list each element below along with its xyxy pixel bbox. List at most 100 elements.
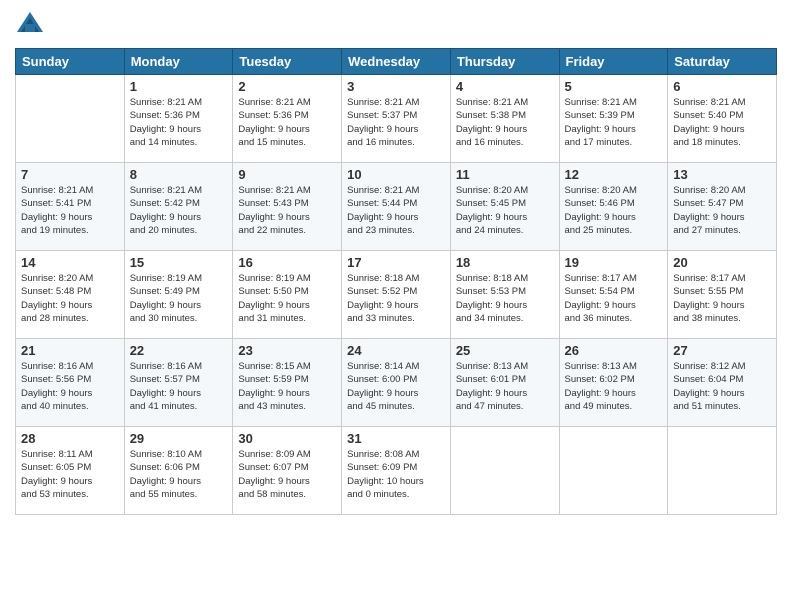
day-info: Sunrise: 8:18 AM Sunset: 5:53 PM Dayligh… [456,272,554,325]
day-number: 7 [21,167,119,182]
calendar-header-tuesday: Tuesday [233,49,342,75]
day-info: Sunrise: 8:08 AM Sunset: 6:09 PM Dayligh… [347,448,445,501]
calendar-day-cell: 8 Sunrise: 8:21 AM Sunset: 5:42 PM Daylig… [124,163,233,251]
day-number: 26 [565,343,663,358]
calendar-day-cell: 19Sunrise: 8:17 AM Sunset: 5:54 PM Dayli… [559,251,668,339]
day-number: 20 [673,255,771,270]
day-number: 14 [21,255,119,270]
calendar-day-cell: 29 Sunrise: 8:10 AM Sunset: 6:06 PM Dayli… [124,427,233,515]
day-info: Sunrise: 8:20 AM Sunset: 5:48 PM Dayligh… [21,272,119,325]
calendar-day-cell: 24Sunrise: 8:14 AM Sunset: 6:00 PM Dayli… [342,339,451,427]
calendar-day-cell: 9 Sunrise: 8:21 AM Sunset: 5:43 PM Daylig… [233,163,342,251]
calendar-day-cell: 20 Sunrise: 8:17 AM Sunset: 5:55 PM Dayli… [668,251,777,339]
day-number: 3 [347,79,445,94]
day-number: 30 [238,431,336,446]
day-info: Sunrise: 8:21 AM Sunset: 5:37 PM Dayligh… [347,96,445,149]
calendar-day-cell: 11 Sunrise: 8:20 AM Sunset: 5:45 PM Dayli… [450,163,559,251]
calendar-day-cell: 18 Sunrise: 8:18 AM Sunset: 5:53 PM Dayli… [450,251,559,339]
logo-icon [15,10,45,40]
day-number: 13 [673,167,771,182]
calendar-header-sunday: Sunday [16,49,125,75]
day-number: 28 [21,431,119,446]
calendar-day-cell: 1 Sunrise: 8:21 AM Sunset: 5:36 PM Daylig… [124,75,233,163]
calendar-day-cell: 25Sunrise: 8:13 AM Sunset: 6:01 PM Dayli… [450,339,559,427]
day-info: Sunrise: 8:16 AM Sunset: 5:56 PM Dayligh… [21,360,119,413]
calendar-day-cell: 17 Sunrise: 8:18 AM Sunset: 5:52 PM Dayli… [342,251,451,339]
day-number: 17 [347,255,445,270]
day-info: Sunrise: 8:21 AM Sunset: 5:39 PM Dayligh… [565,96,663,149]
day-number: 9 [238,167,336,182]
calendar-header-saturday: Saturday [668,49,777,75]
day-info: Sunrise: 8:12 AM Sunset: 6:04 PM Dayligh… [673,360,771,413]
calendar-day-cell: 13 Sunrise: 8:20 AM Sunset: 5:47 PM Dayli… [668,163,777,251]
day-info: Sunrise: 8:21 AM Sunset: 5:43 PM Dayligh… [238,184,336,237]
day-info: Sunrise: 8:16 AM Sunset: 5:57 PM Dayligh… [130,360,228,413]
day-info: Sunrise: 8:11 AM Sunset: 6:05 PM Dayligh… [21,448,119,501]
day-info: Sunrise: 8:21 AM Sunset: 5:40 PM Dayligh… [673,96,771,149]
calendar-day-cell: 14 Sunrise: 8:20 AM Sunset: 5:48 PM Dayli… [16,251,125,339]
calendar-day-cell: 28 Sunrise: 8:11 AM Sunset: 6:05 PM Dayli… [16,427,125,515]
day-info: Sunrise: 8:21 AM Sunset: 5:42 PM Dayligh… [130,184,228,237]
calendar-day-cell: 30 Sunrise: 8:09 AM Sunset: 6:07 PM Dayli… [233,427,342,515]
calendar-day-cell [559,427,668,515]
day-number: 23 [238,343,336,358]
day-info: Sunrise: 8:21 AM Sunset: 5:44 PM Dayligh… [347,184,445,237]
day-number: 29 [130,431,228,446]
day-number: 12 [565,167,663,182]
day-info: Sunrise: 8:13 AM Sunset: 6:01 PM Dayligh… [456,360,554,413]
calendar-day-cell: 10 Sunrise: 8:21 AM Sunset: 5:44 PM Dayli… [342,163,451,251]
calendar-day-cell [450,427,559,515]
day-number: 8 [130,167,228,182]
calendar-day-cell: 27 Sunrise: 8:12 AM Sunset: 6:04 PM Dayli… [668,339,777,427]
day-number: 6 [673,79,771,94]
calendar-day-cell: 15Sunrise: 8:19 AM Sunset: 5:49 PM Dayli… [124,251,233,339]
day-number: 11 [456,167,554,182]
calendar-day-cell: 7 Sunrise: 8:21 AM Sunset: 5:41 PM Daylig… [16,163,125,251]
day-number: 31 [347,431,445,446]
day-info: Sunrise: 8:20 AM Sunset: 5:47 PM Dayligh… [673,184,771,237]
calendar-header-wednesday: Wednesday [342,49,451,75]
day-info: Sunrise: 8:21 AM Sunset: 5:38 PM Dayligh… [456,96,554,149]
day-number: 2 [238,79,336,94]
day-info: Sunrise: 8:10 AM Sunset: 6:06 PM Dayligh… [130,448,228,501]
day-info: Sunrise: 8:21 AM Sunset: 5:36 PM Dayligh… [238,96,336,149]
calendar-day-cell: 22Sunrise: 8:16 AM Sunset: 5:57 PM Dayli… [124,339,233,427]
header [15,10,777,40]
calendar-header-thursday: Thursday [450,49,559,75]
day-number: 18 [456,255,554,270]
calendar-week-row: 21Sunrise: 8:16 AM Sunset: 5:56 PM Dayli… [16,339,777,427]
calendar-week-row: 14 Sunrise: 8:20 AM Sunset: 5:48 PM Dayli… [16,251,777,339]
calendar-table: SundayMondayTuesdayWednesdayThursdayFrid… [15,48,777,515]
calendar-day-cell: 5 Sunrise: 8:21 AM Sunset: 5:39 PM Daylig… [559,75,668,163]
day-info: Sunrise: 8:21 AM Sunset: 5:41 PM Dayligh… [21,184,119,237]
day-info: Sunrise: 8:09 AM Sunset: 6:07 PM Dayligh… [238,448,336,501]
day-number: 1 [130,79,228,94]
day-number: 16 [238,255,336,270]
day-info: Sunrise: 8:20 AM Sunset: 5:46 PM Dayligh… [565,184,663,237]
day-info: Sunrise: 8:20 AM Sunset: 5:45 PM Dayligh… [456,184,554,237]
page: SundayMondayTuesdayWednesdayThursdayFrid… [0,0,792,612]
day-number: 24 [347,343,445,358]
logo [15,10,49,40]
calendar-week-row: 28 Sunrise: 8:11 AM Sunset: 6:05 PM Dayli… [16,427,777,515]
calendar-day-cell: 6 Sunrise: 8:21 AM Sunset: 5:40 PM Daylig… [668,75,777,163]
calendar-day-cell: 31 Sunrise: 8:08 AM Sunset: 6:09 PM Dayli… [342,427,451,515]
day-number: 5 [565,79,663,94]
day-number: 19 [565,255,663,270]
day-info: Sunrise: 8:19 AM Sunset: 5:50 PM Dayligh… [238,272,336,325]
calendar-day-cell: 4Sunrise: 8:21 AM Sunset: 5:38 PM Daylig… [450,75,559,163]
day-info: Sunrise: 8:17 AM Sunset: 5:55 PM Dayligh… [673,272,771,325]
calendar-day-cell [16,75,125,163]
calendar-day-cell: 3 Sunrise: 8:21 AM Sunset: 5:37 PM Daylig… [342,75,451,163]
calendar-week-row: 1 Sunrise: 8:21 AM Sunset: 5:36 PM Daylig… [16,75,777,163]
day-info: Sunrise: 8:15 AM Sunset: 5:59 PM Dayligh… [238,360,336,413]
day-info: Sunrise: 8:19 AM Sunset: 5:49 PM Dayligh… [130,272,228,325]
calendar-day-cell [668,427,777,515]
calendar-header-row: SundayMondayTuesdayWednesdayThursdayFrid… [16,49,777,75]
day-number: 10 [347,167,445,182]
day-info: Sunrise: 8:18 AM Sunset: 5:52 PM Dayligh… [347,272,445,325]
day-number: 27 [673,343,771,358]
day-info: Sunrise: 8:21 AM Sunset: 5:36 PM Dayligh… [130,96,228,149]
day-info: Sunrise: 8:13 AM Sunset: 6:02 PM Dayligh… [565,360,663,413]
calendar-header-monday: Monday [124,49,233,75]
